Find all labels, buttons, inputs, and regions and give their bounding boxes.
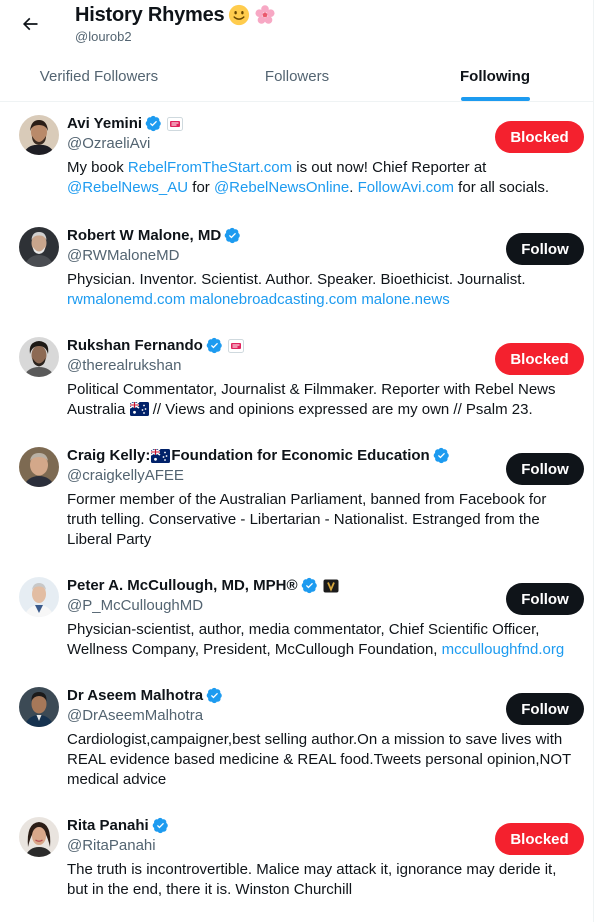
user-cell[interactable]: Rita Panahi @RitaPanahi The truth is inc…	[0, 805, 594, 905]
user-bio: Physician. Inventor. Scientist. Author. …	[67, 270, 580, 310]
tab-label: Verified Followers	[39, 68, 159, 85]
bio-link[interactable]: malonebroadcasting.com	[190, 291, 358, 308]
user-bio: Political Commentator, Journalist & Film…	[67, 380, 580, 420]
bio-text: .	[349, 179, 358, 196]
bio-text: Physician. Inventor. Scientist. Author. …	[67, 271, 526, 288]
verified-badge-icon	[206, 337, 222, 354]
avatar[interactable]	[19, 227, 59, 267]
bio-link[interactable]: malone.news	[361, 291, 449, 308]
avatar[interactable]	[19, 115, 59, 155]
user-cell[interactable]: Avi Yemini @OzraeliAvi My book RebelFrom…	[0, 103, 594, 215]
back-button[interactable]	[14, 8, 46, 40]
australia-flag-icon	[129, 402, 149, 416]
user-name[interactable]: Robert W Malone, MD	[67, 227, 221, 244]
bio-text: // Views and opinions expressed are my o…	[148, 401, 533, 418]
user-bio: The truth is incontrovertible. Malice ma…	[67, 861, 557, 898]
affiliate-badge-icon	[227, 338, 244, 353]
user-name[interactable]: Craig Kelly:	[67, 447, 150, 464]
tab-label: Followers	[264, 68, 330, 85]
bio-text: is out now! Chief Reporter at	[292, 159, 487, 176]
active-tab-indicator	[460, 97, 530, 101]
follow-button[interactable]: Follow	[506, 233, 584, 265]
user-bio: Physician-scientist, author, media comme…	[67, 620, 580, 660]
tab-verified-followers[interactable]: Verified Followers	[0, 52, 198, 101]
tab-bar: Verified Followers Followers Following	[0, 52, 594, 102]
follow-button[interactable]: Follow	[506, 693, 584, 725]
user-handle: @craigkellyAFEE	[67, 467, 184, 484]
avatar[interactable]	[19, 817, 59, 857]
follow-button[interactable]: Follow	[506, 453, 584, 485]
follow-button[interactable]: Follow	[506, 583, 584, 615]
affiliate-badge-icon	[167, 116, 184, 131]
bio-link[interactable]: RebelFromTheStart.com	[128, 159, 292, 176]
user-name[interactable]: Rita Panahi	[67, 817, 149, 834]
tab-followers[interactable]: Followers	[198, 52, 396, 101]
avatar[interactable]	[19, 337, 59, 377]
user-name[interactable]: Avi Yemini	[67, 115, 142, 132]
bio-text: My book	[67, 159, 128, 176]
page-title: History Rhymes	[75, 3, 225, 26]
bio-mention[interactable]: @RebelNewsOnline	[214, 179, 349, 196]
user-handle: @RWMaloneMD	[67, 247, 180, 264]
bio-text: for all socials.	[454, 179, 550, 196]
verified-badge-icon	[301, 577, 317, 594]
blocked-button[interactable]: Blocked	[495, 121, 584, 153]
bio-link[interactable]: rwmalonemd.com	[67, 291, 185, 308]
user-cell[interactable]: Rukshan Fernando @therealrukshan Politic…	[0, 325, 594, 435]
tab-label: Following	[460, 68, 530, 85]
user-cell[interactable]: Craig Kelly: Foundation for Economic Edu…	[0, 435, 594, 565]
verified-badge-icon	[433, 447, 449, 464]
page-handle: @lourob2	[75, 29, 132, 44]
user-handle: @P_McCulloughMD	[67, 597, 204, 614]
verified-badge-icon	[206, 687, 222, 704]
avatar[interactable]	[19, 577, 59, 617]
blocked-button[interactable]: Blocked	[495, 343, 584, 375]
following-page: History Rhymes @lourob2 Verified Followe…	[0, 0, 594, 922]
cherry-blossom-icon	[255, 5, 276, 24]
blocked-button[interactable]: Blocked	[495, 823, 584, 855]
user-handle: @DrAseemMalhotra	[67, 707, 204, 724]
arrow-left-icon	[22, 17, 38, 31]
user-cell[interactable]: Robert W Malone, MD @RWMaloneMD Physicia…	[0, 215, 594, 325]
user-list: Avi Yemini @OzraeliAvi My book RebelFrom…	[0, 103, 594, 905]
bio-link[interactable]: mcculloughfnd.org	[442, 641, 565, 658]
verified-badge-icon	[145, 115, 161, 132]
user-cell[interactable]: Dr Aseem Malhotra @DrAseemMalhotra Cardi…	[0, 675, 594, 805]
user-cell[interactable]: Peter A. McCullough, MD, MPH® @P_McCullo…	[0, 565, 594, 675]
user-bio: My book RebelFromTheStart.com is out now…	[67, 158, 580, 198]
avatar[interactable]	[19, 447, 59, 487]
tab-following[interactable]: Following	[396, 52, 594, 101]
user-name[interactable]: Rukshan Fernando	[67, 337, 203, 354]
bio-mention[interactable]: @RebelNews_AU	[67, 179, 188, 196]
affiliate-badge-icon	[323, 579, 339, 592]
bio-link[interactable]: FollowAvi.com	[358, 179, 454, 196]
user-name[interactable]: Dr Aseem Malhotra	[67, 687, 203, 704]
verified-badge-icon	[152, 817, 168, 834]
user-bio: Cardiologist,campaigner,best selling aut…	[67, 731, 571, 788]
australia-flag-icon	[151, 448, 171, 463]
verified-badge-icon	[224, 227, 240, 244]
user-bio: Former member of the Australian Parliame…	[67, 491, 547, 548]
avatar[interactable]	[19, 687, 59, 727]
user-name[interactable]: Foundation for Economic Education	[171, 447, 429, 464]
user-name[interactable]: Peter A. McCullough, MD, MPH®	[67, 577, 298, 594]
bio-text: for	[188, 179, 214, 196]
page-header: History Rhymes @lourob2	[0, 0, 594, 56]
slightly-smiling-face-icon	[229, 4, 250, 26]
